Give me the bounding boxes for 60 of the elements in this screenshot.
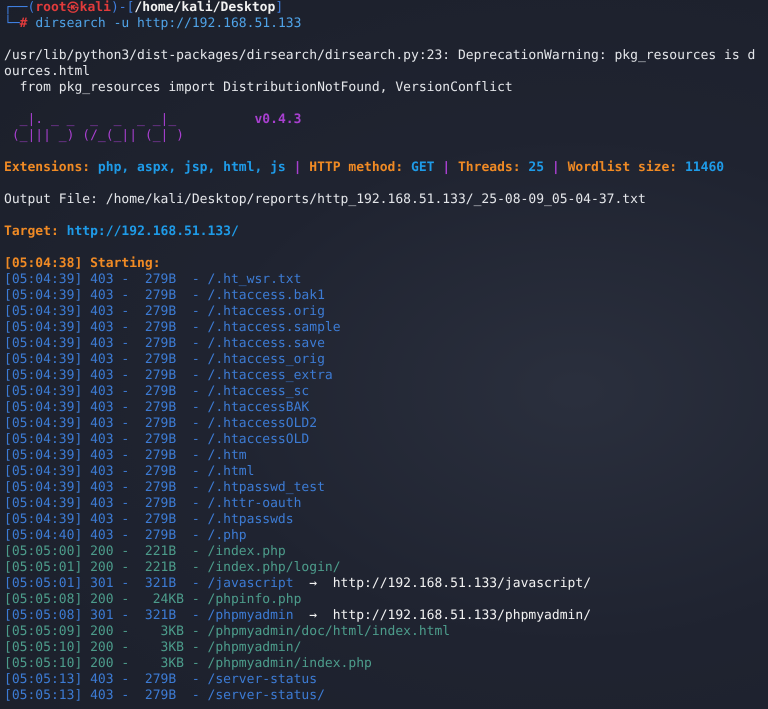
result-line: [05:04:39] 403 - 279B - /.htaccess_sc <box>4 384 310 399</box>
result-line: [05:05:08] 301 - 321B - /phpmyadmin <box>4 608 294 623</box>
separator: | <box>294 160 302 175</box>
target-url: http://192.168.51.133/ <box>66 224 239 239</box>
result-line: [05:04:39] 403 - 279B - /.htm <box>4 448 247 463</box>
warning-text: ources.html <box>4 64 90 79</box>
current-path: /home/kali/Desktop <box>134 0 276 15</box>
starting-text: [05:04:38] Starting: <box>4 256 161 271</box>
separator: | <box>442 160 450 175</box>
version-text: v0.4.3 <box>254 112 302 127</box>
result-line: [05:05:01] 200 - 221B - /index.php/login/ <box>4 560 341 575</box>
logo-art: (_||| _) (/_(_|| (_| ) <box>10 128 184 143</box>
result-line: [05:04:39] 403 - 279B - /.htaccess_orig <box>4 352 325 367</box>
warning-text: from pkg_resources import DistributionNotFound, VersionConflict <box>18 80 513 95</box>
result-line: [05:05:01] 301 - 321B - /javascript <box>4 576 294 591</box>
config-label: Extensions: <box>4 160 90 175</box>
logo-art: _|. _ _ _ _ _ _|_ <box>18 112 176 127</box>
config-value: php, aspx, jsp, html, js <box>98 160 286 175</box>
config-value: 25 <box>528 160 544 175</box>
command-text: dirsearch -u http://192.168.51.133 <box>35 16 302 31</box>
result-line: [05:04:39] 403 - 279B - /.htaccess.orig <box>4 304 325 319</box>
arrow-text: → <box>309 608 318 623</box>
prompt-corner: ┌──( <box>4 0 36 15</box>
user-host: root㉿kali <box>35 0 111 15</box>
result-line: [05:04:39] 403 - 279B - /.htpasswd_test <box>4 480 325 495</box>
result-line: [05:04:39] 403 - 279B - /.httr-oauth <box>4 496 302 511</box>
result-line: [05:04:39] 403 - 279B - /.htaccess.bak1 <box>4 288 325 303</box>
redirect-url: http://192.168.51.133/phpmyadmin/ <box>332 608 592 623</box>
result-line: [05:04:39] 403 - 279B - /.htaccess.save <box>4 336 325 351</box>
config-label: Wordlist size: <box>568 160 678 175</box>
result-line: [05:05:10] 200 - 3KB - /phpmyadmin/ <box>4 640 302 655</box>
result-line: [05:05:13] 403 - 279B - /server-status/ <box>4 688 325 703</box>
config-value: GET <box>411 160 434 175</box>
config-value: 11460 <box>684 160 724 175</box>
prompt-symbol: # <box>20 16 28 31</box>
redirect-url: http://192.168.51.133/javascript/ <box>332 576 592 591</box>
result-line: [05:04:39] 403 - 279B - /.htaccessOLD <box>4 432 310 447</box>
result-line: [05:05:00] 200 - 221B - /index.php <box>4 544 286 559</box>
output-file-text: Output File: /home/kali/Desktop/reports/http_192.168.51.133/_25-08-09_05-04-37.txt <box>4 192 646 207</box>
result-line: [05:04:39] 403 - 279B - /.htaccess_extra <box>4 368 333 383</box>
arrow-text: → <box>309 576 318 591</box>
config-label: HTTP method: <box>309 160 404 175</box>
warning-text: /usr/lib/python3/dist-packages/dirsearch/dirsearch.py:23: DeprecationWarning: pkg_resources is d <box>4 48 756 63</box>
result-line: [05:05:13] 403 - 279B - /server-status <box>4 672 318 687</box>
result-line: [05:05:08] 200 - 24KB - /phpinfo.php <box>4 592 302 607</box>
result-line: [05:04:39] 403 - 279B - /.htaccess.sample <box>4 320 341 335</box>
prompt-bracket: )-[ <box>110 0 134 15</box>
result-line: [05:04:39] 403 - 279B - /.ht_wsr.txt <box>4 272 302 287</box>
result-line: [05:05:10] 200 - 3KB - /phpmyadmin/index.php <box>4 656 372 671</box>
config-label: Threads: <box>458 160 521 175</box>
result-line: [05:04:39] 403 - 279B - /.htaccessBAK <box>4 400 310 415</box>
separator: | <box>552 160 560 175</box>
target-label: Target: <box>4 224 59 239</box>
result-line: [05:04:39] 403 - 279B - /.htaccessOLD2 <box>4 416 318 431</box>
result-line: [05:04:39] 403 - 279B - /.html <box>4 464 254 479</box>
prompt-bracket: ] <box>275 0 284 15</box>
prompt-corner: └─ <box>4 16 20 31</box>
result-line: [05:04:39] 403 - 279B - /.htpasswds <box>4 512 294 527</box>
result-line: [05:05:09] 200 - 3KB - /phpmyadmin/doc/html/index.html <box>4 624 450 639</box>
result-line: [05:04:40] 403 - 279B - /.php <box>4 528 247 543</box>
